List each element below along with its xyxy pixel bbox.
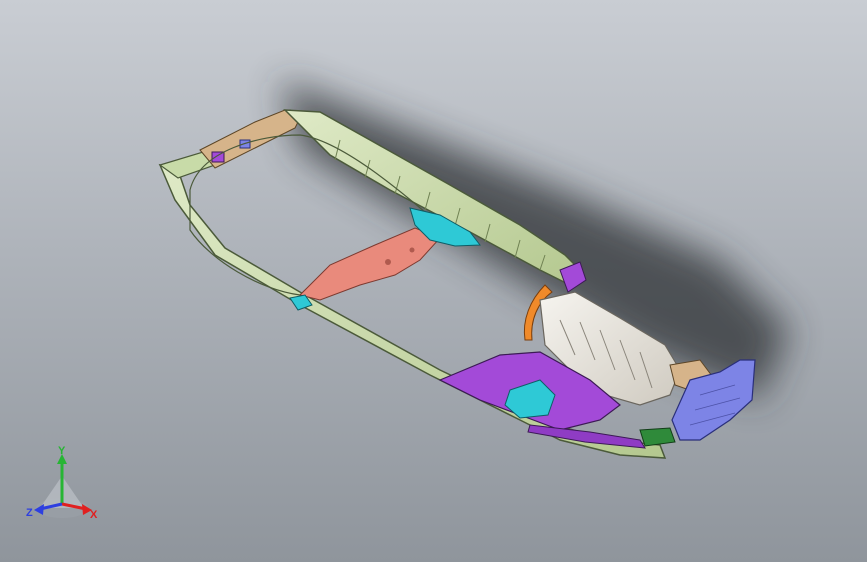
green-sill-piece[interactable]: [639, 427, 676, 447]
cad-3d-viewport[interactable]: Y X Z: [0, 0, 867, 562]
z-axis-label: Z: [26, 507, 33, 519]
y-axis-label: Y: [58, 445, 66, 457]
cross-member-hole: [385, 259, 391, 265]
x-axis-label: X: [90, 509, 98, 521]
cross-member-panel[interactable]: [299, 227, 441, 301]
coordinate-triad: Y X Z: [26, 445, 98, 521]
cross-member-hole-2: [409, 247, 415, 253]
